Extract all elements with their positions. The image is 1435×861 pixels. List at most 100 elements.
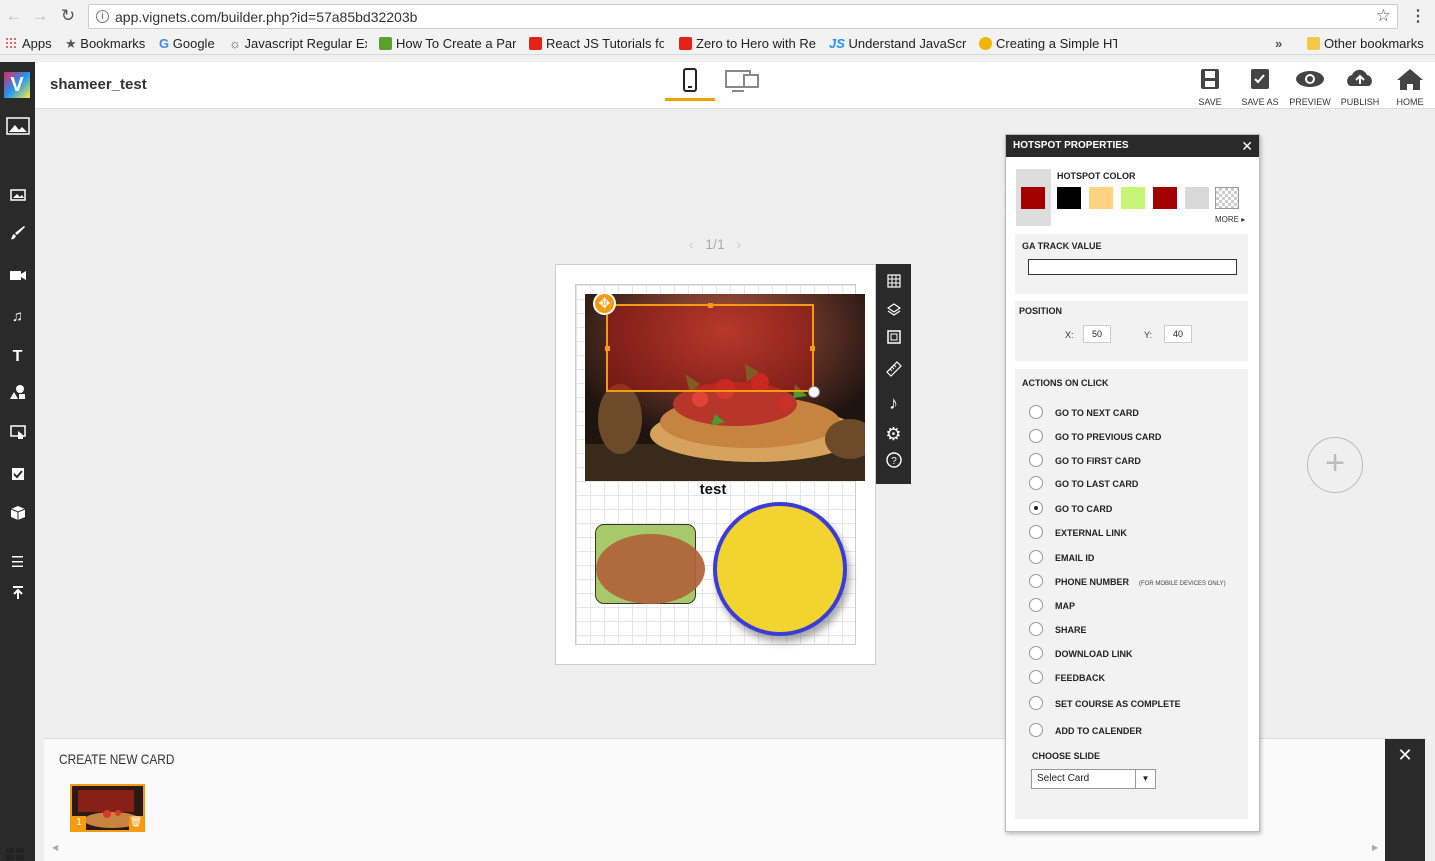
radio-button[interactable] — [1029, 723, 1043, 737]
trash-icon[interactable]: 🗑 — [129, 816, 143, 830]
radio-button[interactable] — [1029, 429, 1043, 443]
radio-button[interactable] — [1029, 476, 1043, 490]
bookmark-bookmarks[interactable]: ★ Bookmarks — [65, 36, 145, 52]
hotspot-handle-right[interactable] — [810, 346, 815, 351]
bookmark-simple-html[interactable]: Creating a Simple HT — [979, 36, 1117, 51]
more-colors-button[interactable]: MORE ▸ — [1215, 215, 1245, 224]
card-title-text[interactable]: test — [660, 481, 766, 498]
preview-button[interactable]: PREVIEW — [1285, 66, 1335, 107]
card-thumbnail[interactable]: 1 🗑 — [70, 784, 145, 832]
ellipse-shape[interactable] — [596, 534, 705, 604]
device-mobile-tab[interactable] — [665, 62, 715, 101]
choose-slide-select[interactable]: Select Card ▼ — [1031, 769, 1156, 789]
close-card-strip-button[interactable]: ✕ — [1385, 739, 1425, 861]
text-tool[interactable]: T — [0, 343, 35, 371]
reload-icon[interactable]: ↻ — [58, 6, 78, 26]
swatch-transparent[interactable] — [1215, 187, 1239, 209]
bookmark-google[interactable]: G Google — [159, 36, 215, 51]
close-icon[interactable]: ✕ — [1241, 135, 1253, 157]
address-bar[interactable]: i app.vignets.com/builder.php?id=57a85bd… — [88, 4, 1398, 29]
save-button[interactable]: SAVE — [1185, 66, 1235, 107]
radio-button[interactable] — [1029, 696, 1043, 710]
hotspot-area[interactable] — [605, 303, 815, 392]
bookmark-star-icon[interactable]: ☆ — [1376, 6, 1391, 26]
publish-button[interactable]: PUBLISH — [1335, 66, 1385, 107]
create-new-card-label[interactable]: CREATE NEW CARD — [59, 751, 174, 767]
hotspot-handle-top[interactable] — [708, 303, 713, 308]
bookmark-label: Understand JavaScrip — [848, 36, 967, 51]
swatch-dark-red[interactable] — [1153, 187, 1177, 209]
bookmark-apps[interactable]: Apps — [5, 36, 52, 51]
radio-button[interactable] — [1029, 670, 1043, 684]
frame-button[interactable] — [876, 326, 911, 354]
x-position-input[interactable]: 50 — [1083, 325, 1111, 343]
bookmark-w3[interactable]: How To Create a Para — [379, 36, 516, 51]
position-label: POSITION — [1019, 306, 1063, 316]
project-title: shameer_test — [50, 76, 147, 93]
apps-grid-icon[interactable] — [6, 846, 26, 861]
audio-tool[interactable]: ♫ — [0, 303, 35, 331]
pager-label: 1/1 — [705, 236, 725, 252]
radio-button[interactable] — [1029, 550, 1043, 564]
info-icon[interactable]: i — [96, 10, 109, 23]
radio-button[interactable] — [1029, 525, 1043, 539]
bookmark-regex[interactable]: ☼ Javascript Regular Exp — [229, 36, 367, 51]
radio-button[interactable] — [1029, 622, 1043, 636]
device-desktop-tab[interactable] — [722, 68, 762, 98]
scroll-left-arrow[interactable]: ◀ — [52, 843, 58, 852]
swatch-light-gray[interactable] — [1185, 187, 1209, 209]
radio-button[interactable] — [1029, 598, 1043, 612]
choose-slide-value: Select Card — [1037, 773, 1090, 784]
add-card-button[interactable]: + — [1307, 437, 1363, 493]
swatch-light-orange[interactable] — [1089, 187, 1113, 209]
shapes-tool[interactable] — [0, 382, 35, 410]
move-handle-icon[interactable]: ✥ — [593, 292, 616, 315]
layers-button[interactable] — [876, 299, 911, 327]
card-audio-button[interactable]: ♪ — [876, 389, 911, 417]
grid-toggle[interactable] — [876, 270, 911, 298]
pager-prev-icon[interactable]: ‹ — [689, 236, 694, 252]
image-tool[interactable] — [0, 183, 35, 211]
back-icon[interactable]: ← — [4, 6, 24, 26]
video-tool[interactable] — [0, 263, 35, 291]
save-as-icon — [1251, 69, 1269, 89]
radio-button[interactable] — [1029, 574, 1043, 588]
radio-button[interactable] — [1029, 405, 1043, 419]
bookmark-understand-js[interactable]: JS Understand JavaScrip — [829, 36, 967, 51]
pager-next-icon[interactable]: › — [736, 236, 741, 252]
list-tool[interactable]: ☰ — [0, 549, 35, 577]
home-button[interactable]: HOME — [1385, 66, 1435, 107]
scroll-right-arrow[interactable]: ▶ — [1372, 843, 1378, 852]
browser-menu-icon[interactable]: ⋮ — [1410, 6, 1426, 26]
radio-button[interactable] — [1029, 646, 1043, 660]
hotspot-color-label: HOTSPOT COLOR — [1057, 171, 1136, 181]
card-settings-button[interactable]: ⚙ — [876, 420, 911, 448]
swatch-black[interactable] — [1057, 187, 1081, 209]
current-color-swatch[interactable] — [1021, 187, 1045, 209]
swatch-light-green[interactable] — [1121, 187, 1145, 209]
brush-tool[interactable] — [0, 223, 35, 251]
ga-track-input[interactable] — [1028, 259, 1237, 275]
hotspot-tool[interactable] — [0, 423, 35, 451]
radio-button[interactable] — [1029, 453, 1043, 467]
bookmarks-overflow[interactable]: » — [1275, 36, 1282, 51]
radio-button[interactable] — [1029, 501, 1043, 515]
circle-shape[interactable] — [713, 502, 847, 636]
bookmark-react[interactable]: React JS Tutorials for — [529, 36, 664, 51]
y-position-input[interactable]: 40 — [1164, 325, 1192, 343]
home-label: HOME — [1396, 97, 1424, 107]
upload-tool[interactable] — [0, 582, 35, 610]
bookmark-zero-to-hero[interactable]: Zero to Hero with Re — [679, 36, 817, 51]
ruler-button[interactable] — [876, 359, 911, 387]
save-as-button[interactable]: SAVE AS — [1235, 66, 1285, 107]
app-logo[interactable]: V — [0, 62, 35, 109]
forward-icon[interactable]: → — [30, 6, 50, 26]
left-toolbar: ♫ T ☰ — [0, 109, 35, 861]
quiz-tool[interactable] — [0, 463, 35, 491]
other-bookmarks[interactable]: Other bookmarks — [1307, 36, 1424, 51]
resize-handle[interactable] — [808, 386, 820, 398]
background-image-tool[interactable] — [0, 117, 35, 145]
help-button[interactable]: ? — [876, 450, 911, 478]
3d-tool[interactable] — [0, 503, 35, 531]
hotspot-handle-left[interactable] — [605, 346, 610, 351]
